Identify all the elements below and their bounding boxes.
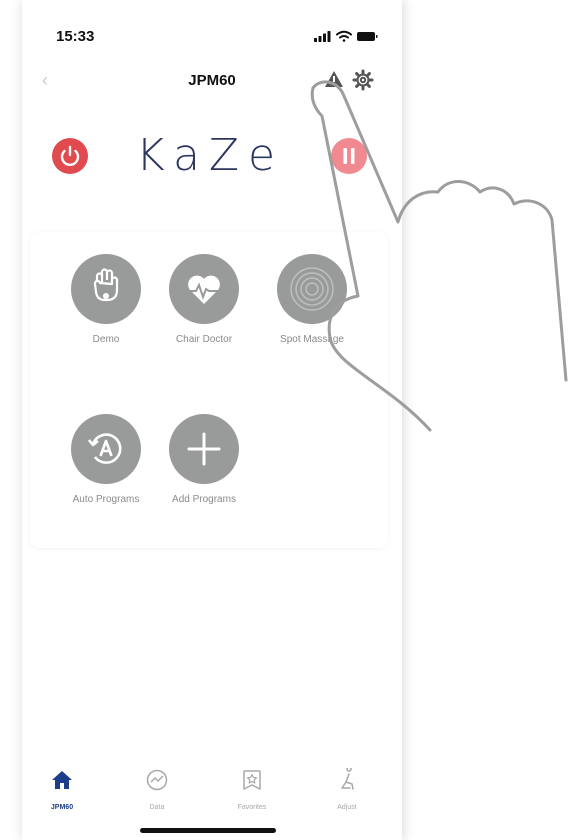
chair-doctor-tile[interactable]: Chair Doctor	[154, 254, 254, 345]
pause-button[interactable]	[331, 138, 367, 174]
wifi-icon	[336, 30, 352, 42]
add-programs-tile[interactable]: Add Programs	[154, 414, 254, 505]
status-bar: 15:33	[22, 0, 402, 60]
tile-label: Spot Massage	[280, 334, 344, 345]
signal-icon	[314, 31, 331, 42]
heart-pulse-icon	[188, 275, 220, 304]
chart-circle-icon	[146, 769, 168, 791]
hand-icon	[93, 268, 119, 302]
tab-label: Adjust	[337, 804, 357, 811]
status-icons	[314, 30, 378, 42]
tab-favorites[interactable]: Favorites	[212, 760, 292, 811]
tile-label: Chair Doctor	[175, 334, 233, 345]
brand-logo: KaZe	[135, 130, 285, 181]
auto-a-icon	[87, 433, 122, 464]
demo-tile[interactable]: Demo	[56, 254, 156, 345]
plus-icon	[187, 432, 221, 466]
phone-screen: 15:33 ‹ JPM60 KaZe Demo Chair Doctor Spo…	[22, 0, 402, 840]
power-icon	[60, 145, 80, 166]
tab-adjust[interactable]: Adjust	[307, 760, 387, 811]
pause-icon	[343, 148, 355, 164]
home-indicator	[140, 828, 276, 833]
page-title: JPM60	[188, 72, 236, 89]
warning-icon[interactable]	[324, 70, 344, 88]
battery-icon	[357, 32, 378, 41]
auto-programs-tile[interactable]: Auto Programs	[56, 414, 156, 505]
tab-label: Data	[149, 804, 165, 811]
gear-icon[interactable]	[352, 69, 374, 91]
tab-bar: JPM60 Data Favorites Adjust	[22, 760, 402, 820]
programs-card: Demo Chair Doctor Spot Massage Auto Prog…	[30, 232, 388, 548]
tab-label: Favorites	[237, 804, 267, 811]
tab-data[interactable]: Data	[117, 760, 197, 811]
star-bookmark-icon	[243, 770, 261, 790]
tile-label: Auto Programs	[72, 494, 140, 505]
tab-label: JPM60	[50, 804, 74, 811]
spot-massage-tile[interactable]: Spot Massage	[262, 254, 362, 345]
tab-jpm60[interactable]: JPM60	[22, 760, 102, 811]
status-time: 15:33	[56, 28, 95, 45]
power-button[interactable]	[52, 138, 88, 174]
seat-adjust-icon	[341, 766, 354, 790]
nav-bar: ‹ JPM60	[22, 64, 402, 98]
home-icon	[52, 771, 72, 789]
tile-label: Add Programs	[172, 494, 236, 505]
target-rings-icon	[290, 267, 334, 311]
tile-label: Demo	[92, 334, 120, 345]
